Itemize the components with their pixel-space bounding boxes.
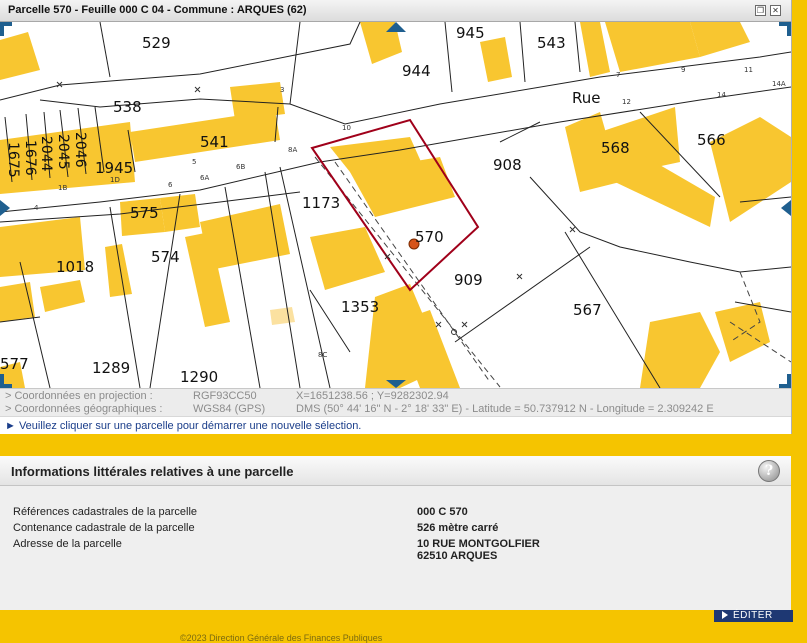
pan-right-icon[interactable] xyxy=(781,200,791,216)
restore-window-icon[interactable]: ❐ xyxy=(755,5,766,16)
parcel-number[interactable]: 538 xyxy=(113,98,142,116)
edit-button-label: ÉDITER xyxy=(733,610,773,621)
coordinates-panel: > Coordonnées en projection : RGF93CC50 … xyxy=(0,388,791,417)
parcel-number[interactable]: 1290 xyxy=(180,368,218,386)
house-number: 12 xyxy=(622,98,631,106)
house-number: 6B xyxy=(236,163,245,171)
parcel-number[interactable]: 529 xyxy=(142,34,171,52)
window-title: Parcelle 570 - Feuille 000 C 04 - Commun… xyxy=(8,4,307,16)
projection-value: X=1651238.56 ; Y=9282302.94 xyxy=(296,390,449,402)
parcel-number[interactable]: 2044 xyxy=(38,136,54,172)
house-number: 1D xyxy=(110,176,120,184)
house-number: 5 xyxy=(192,158,196,166)
house-number: 9 xyxy=(681,66,685,74)
selection-hint: ► Veuillez cliquer sur une parcelle pour… xyxy=(0,416,791,434)
parcel-number[interactable]: 909 xyxy=(454,271,483,289)
parcel-number[interactable]: 568 xyxy=(601,139,630,157)
house-number: 8C xyxy=(318,351,327,359)
parcel-number[interactable]: 570 xyxy=(415,228,444,246)
window-titlebar: Parcelle 570 - Feuille 000 C 04 - Commun… xyxy=(0,0,791,22)
corner-se-icon[interactable] xyxy=(779,374,791,388)
parcel-number[interactable]: 2045 xyxy=(55,134,71,170)
house-number: 6A xyxy=(200,174,209,182)
corner-ne-icon[interactable] xyxy=(779,22,791,36)
footer-text: ©2023 Direction Générale des Finances Pu… xyxy=(180,633,383,643)
house-number: 6 xyxy=(168,181,173,189)
info-value: 526 mètre carré xyxy=(417,522,499,534)
info-label: Adresse de la parcelle xyxy=(13,538,122,550)
buildings xyxy=(0,22,791,388)
house-number: 14 xyxy=(717,91,726,99)
parcel-number[interactable]: 1676 xyxy=(22,140,38,176)
info-value: 10 RUE MONTGOLFIER xyxy=(417,538,540,550)
cadastral-map[interactable]: 529 945 543 944 538 541 1945 908 568 566… xyxy=(0,22,791,388)
info-value: 62510 ARQUES xyxy=(417,550,498,562)
geo-system: WGS84 (GPS) xyxy=(193,403,266,415)
cadastral-map-svg: 529 945 543 944 538 541 1945 908 568 566… xyxy=(0,22,791,388)
parcel-number[interactable]: 574 xyxy=(151,248,180,266)
parcel-number[interactable]: 543 xyxy=(537,34,566,52)
info-panel-title: Informations littérales relatives à une … xyxy=(11,464,294,479)
parcel-number[interactable]: 1018 xyxy=(56,258,94,276)
info-label: Références cadastrales de la parcelle xyxy=(13,506,198,518)
parcel-number[interactable]: 1289 xyxy=(92,359,130,377)
parcel-number[interactable]: 908 xyxy=(493,156,522,174)
house-number: 11 xyxy=(744,66,753,74)
house-number: 4 xyxy=(34,204,39,212)
parcel-number[interactable]: 1173 xyxy=(302,194,340,212)
parcel-number[interactable]: 575 xyxy=(130,204,159,222)
geo-label: > Coordonnées géographiques : xyxy=(5,403,163,415)
edit-button[interactable]: ÉDITER xyxy=(714,610,793,622)
parcel-number[interactable]: 541 xyxy=(200,133,229,151)
info-label: Contenance cadastrale de la parcelle xyxy=(13,522,195,534)
parcel-number[interactable]: 567 xyxy=(573,301,602,319)
house-number: 1B xyxy=(58,184,67,192)
street-label: Rue xyxy=(572,89,600,107)
info-panel-body: Références cadastrales de la parcelle 00… xyxy=(0,486,791,610)
parcel-number[interactable]: 1945 xyxy=(95,159,133,177)
close-window-icon[interactable]: ✕ xyxy=(770,5,781,16)
parcel-number[interactable]: 1353 xyxy=(341,298,379,316)
parcel-number[interactable]: 1675 xyxy=(5,142,21,178)
corner-nw-icon[interactable] xyxy=(0,22,12,36)
map-window: Parcelle 570 - Feuille 000 C 04 - Commun… xyxy=(0,0,792,434)
parcel-number[interactable]: 566 xyxy=(697,131,726,149)
projection-label: > Coordonnées en projection : xyxy=(5,390,153,402)
house-number: 10 xyxy=(342,124,351,132)
parcel-number[interactable]: 2046 xyxy=(72,132,88,168)
info-value: 000 C 570 xyxy=(417,506,468,518)
parcel-number[interactable]: 945 xyxy=(456,24,485,42)
geo-value: DMS (50° 44' 16" N - 2° 18' 33" E) - Lat… xyxy=(296,403,714,415)
parcel-number[interactable]: 577 xyxy=(0,355,29,373)
house-number: 7 xyxy=(616,71,620,79)
house-number: 14A xyxy=(772,80,786,88)
pan-left-icon[interactable] xyxy=(0,200,10,216)
house-number: 3 xyxy=(280,86,284,94)
projection-system: RGF93CC50 xyxy=(193,390,257,402)
arrow-right-icon xyxy=(722,611,728,619)
help-icon[interactable]: ? xyxy=(758,460,780,482)
info-panel-header: Informations littérales relatives à une … xyxy=(0,456,791,486)
house-number: 8A xyxy=(288,146,297,154)
parcel-number[interactable]: 944 xyxy=(402,62,431,80)
